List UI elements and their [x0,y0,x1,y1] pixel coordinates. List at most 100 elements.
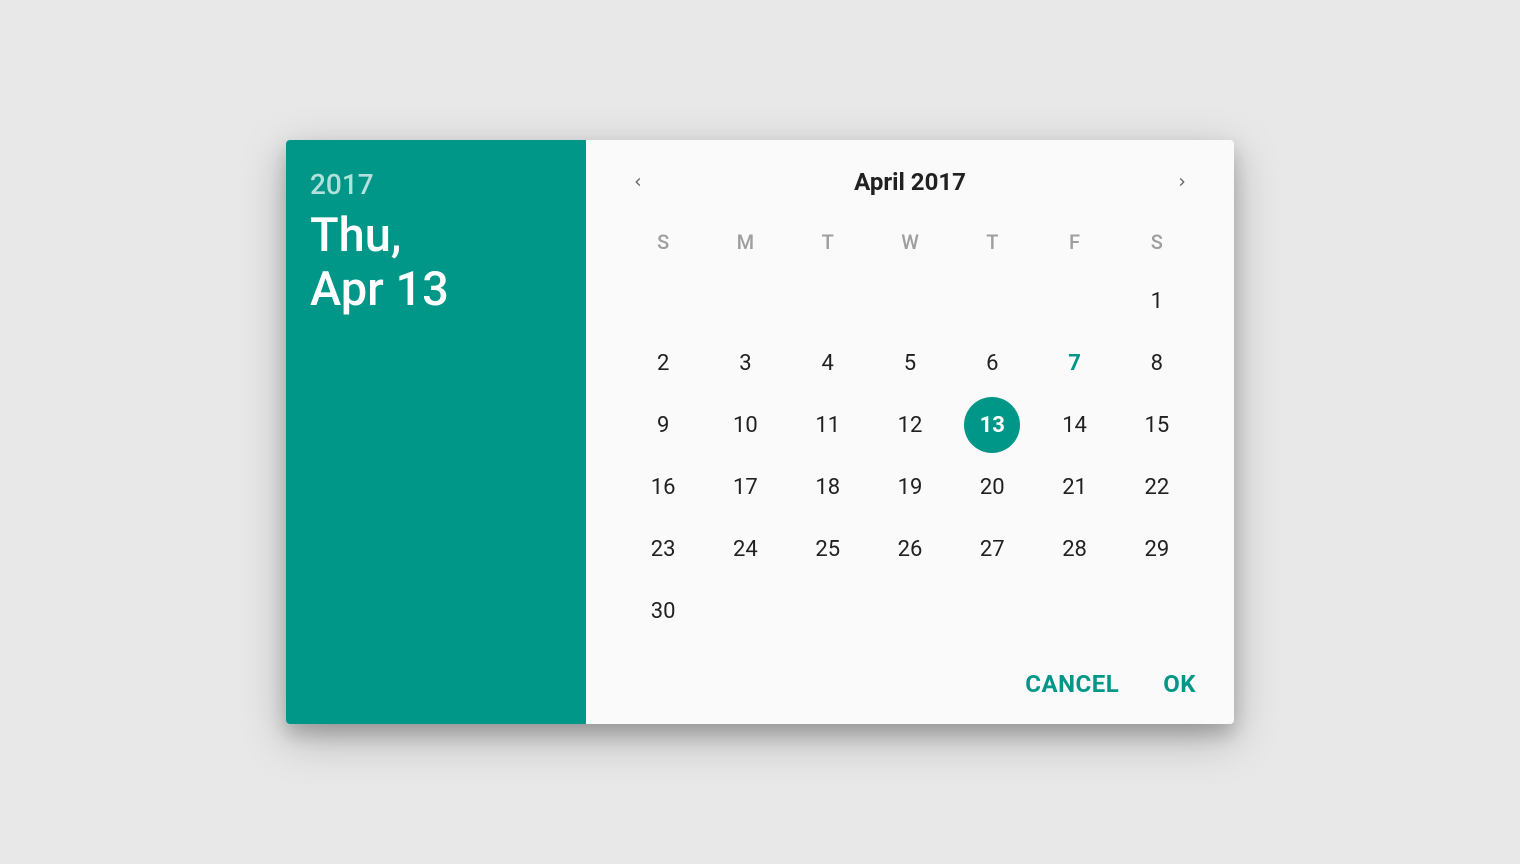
day-cell-empty [869,270,951,332]
selected-month-day: Apr 13 [310,263,562,317]
day-cell[interactable]: 13 [951,394,1033,456]
calendar-week-row: 9 10 11 12 13 14 15 [622,394,1198,456]
year-selector[interactable]: 2017 [310,168,562,201]
day-cell[interactable]: 5 [869,332,951,394]
day-cell[interactable]: 12 [869,394,951,456]
day-cell[interactable]: 28 [1033,518,1115,580]
day-cell-empty [1116,580,1198,642]
month-navigation: April 2017 [622,150,1198,214]
day-number: 2 [657,351,669,376]
day-number: 11 [815,413,840,438]
day-number: 25 [815,537,840,562]
day-number: 9 [657,413,669,438]
day-cell-empty [704,580,786,642]
calendar-week-row: 1 [622,270,1198,332]
day-cell[interactable]: 11 [787,394,869,456]
day-number: 27 [980,537,1005,562]
day-number: 15 [1144,413,1169,438]
next-month-button[interactable] [1166,166,1198,198]
day-cell[interactable]: 14 [1033,394,1115,456]
day-cell[interactable]: 20 [951,456,1033,518]
day-cell[interactable]: 21 [1033,456,1115,518]
day-number: 20 [980,475,1005,500]
prev-month-button[interactable] [622,166,654,198]
day-number: 10 [733,413,758,438]
day-number: 16 [651,475,676,500]
day-number: 21 [1062,475,1087,500]
day-number: 28 [1062,537,1087,562]
weekday-header: W [869,220,951,264]
day-cell-empty [787,270,869,332]
day-number: 30 [651,599,676,624]
day-number: 1 [1151,289,1163,314]
day-cell[interactable]: 7 [1033,332,1115,394]
day-cell[interactable]: 30 [622,580,704,642]
day-cell[interactable]: 2 [622,332,704,394]
dialog-actions: CANCEL OK [622,658,1198,706]
day-cell[interactable]: 1 [1116,270,1198,332]
calendar-week-row: 16 17 18 19 20 21 22 [622,456,1198,518]
day-number: 14 [1062,413,1087,438]
day-cell-empty [869,580,951,642]
day-cell[interactable]: 4 [787,332,869,394]
day-number: 29 [1144,537,1169,562]
day-cell-empty [787,580,869,642]
weekday-header: T [951,220,1033,264]
day-cell[interactable]: 6 [951,332,1033,394]
day-number: 4 [822,351,834,376]
day-cell-empty [704,270,786,332]
day-number: 13 [980,413,1005,438]
day-number: 6 [986,351,998,376]
day-cell[interactable]: 27 [951,518,1033,580]
day-cell[interactable]: 17 [704,456,786,518]
day-cell[interactable]: 29 [1116,518,1198,580]
calendar-week-row: 2 3 4 5 6 7 8 [622,332,1198,394]
day-cell-empty [1033,270,1115,332]
weekday-header: F [1033,220,1115,264]
weekday-header: S [1116,220,1198,264]
day-cell[interactable]: 16 [622,456,704,518]
day-number: 3 [739,351,751,376]
day-cell[interactable]: 3 [704,332,786,394]
calendar-panel: April 2017 S M T W T F S 123456789101112… [586,140,1234,724]
chevron-right-icon [1174,174,1190,190]
day-cell[interactable]: 8 [1116,332,1198,394]
day-number: 22 [1144,475,1169,500]
day-cell[interactable]: 26 [869,518,951,580]
day-cell[interactable]: 10 [704,394,786,456]
selected-weekday: Thu, [310,209,562,263]
date-picker-header: 2017 Thu, Apr 13 [286,140,586,724]
day-cell[interactable]: 9 [622,394,704,456]
day-cell-empty [1033,580,1115,642]
day-number: 18 [815,475,840,500]
day-number: 26 [898,537,923,562]
ok-button[interactable]: OK [1163,670,1196,698]
calendar-week-row: 23 24 25 26 27 28 29 [622,518,1198,580]
day-cell[interactable]: 15 [1116,394,1198,456]
day-cell[interactable]: 18 [787,456,869,518]
cancel-button[interactable]: CANCEL [1025,670,1119,698]
day-cell-empty [622,270,704,332]
day-cell[interactable]: 25 [787,518,869,580]
day-cell[interactable]: 19 [869,456,951,518]
weekday-header: S [622,220,704,264]
date-selector[interactable]: Thu, Apr 13 [310,209,562,317]
day-number: 23 [651,537,676,562]
weekday-header: M [704,220,786,264]
day-number: 17 [733,475,758,500]
day-cell-empty [951,580,1033,642]
day-cell-empty [951,270,1033,332]
month-year-label: April 2017 [854,168,966,196]
day-number: 12 [898,413,923,438]
day-cell[interactable]: 23 [622,518,704,580]
day-number: 8 [1151,351,1163,376]
day-number: 7 [1068,351,1081,376]
day-cell[interactable]: 22 [1116,456,1198,518]
calendar-grid: 1234567891011121314151617181920212223242… [622,270,1198,642]
day-number: 24 [733,537,758,562]
calendar-week-row: 30 [622,580,1198,642]
date-picker-dialog: 2017 Thu, Apr 13 April 2017 S M T W T F … [286,140,1234,724]
day-number: 5 [904,351,916,376]
day-cell[interactable]: 24 [704,518,786,580]
weekday-header-row: S M T W T F S [622,220,1198,264]
